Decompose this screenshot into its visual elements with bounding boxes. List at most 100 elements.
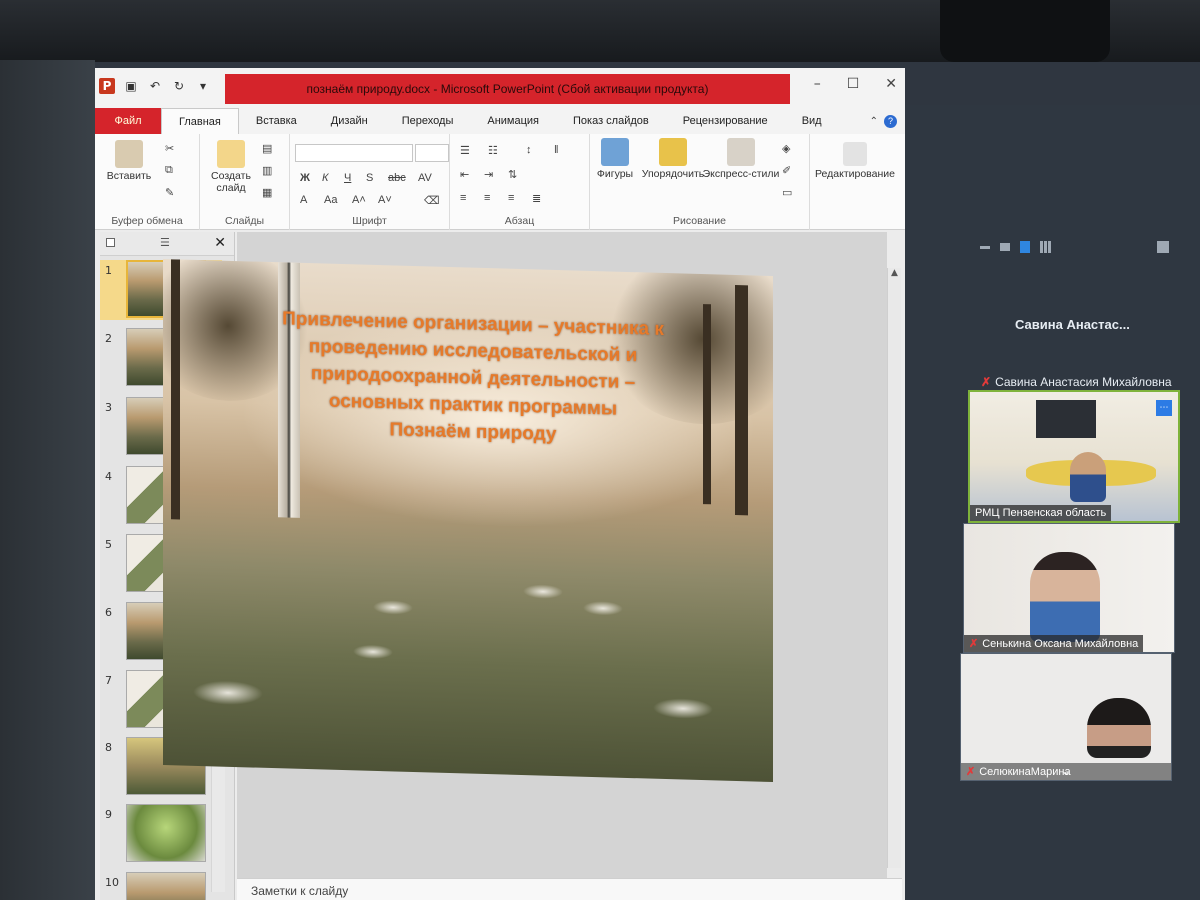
tv-screen [1036, 400, 1096, 438]
active-speaker-name: Савина Анастасия Михайловна [995, 375, 1172, 389]
help-icon[interactable]: ? [884, 114, 897, 128]
more-options-icon[interactable]: ⋯ [1156, 400, 1172, 416]
maximize-icon[interactable]: ☐ [847, 76, 860, 92]
font-name-input[interactable] [295, 144, 413, 162]
current-slide[interactable]: Привлечение организации – участника к пр… [163, 259, 773, 783]
minimize-icon[interactable]: – [814, 76, 821, 92]
slide-vertical-scrollbar[interactable]: ▲ [887, 268, 901, 868]
tab-design[interactable]: Дизайн [314, 108, 385, 134]
customize-qat-icon[interactable]: ▾ [195, 78, 211, 94]
numbering-icon[interactable]: ☷ [488, 144, 498, 157]
slide-thumbnail[interactable] [126, 804, 206, 862]
shrink-font-icon[interactable]: A˅ [378, 194, 392, 206]
layout-icon[interactable]: ▤ [262, 142, 272, 155]
minimize-panel-icon[interactable] [980, 245, 990, 249]
close-pane-icon[interactable]: ✕ [214, 235, 226, 251]
tab-slideshow[interactable]: Показ слайдов [556, 108, 666, 134]
align-left-icon[interactable]: ≡ [460, 192, 466, 204]
redo-icon[interactable]: ↻ [171, 78, 187, 94]
chevron-down-icon[interactable]: ⌄ [1061, 764, 1071, 778]
shapes-label: Фигуры [596, 168, 634, 180]
grass-flower [653, 697, 713, 720]
tab-review[interactable]: Рецензирование [666, 108, 785, 134]
slide-title[interactable]: Привлечение организации – участника к пр… [203, 304, 743, 454]
tab-insert[interactable]: Вставка [239, 108, 314, 134]
grow-font-icon[interactable]: A˄ [352, 194, 366, 206]
bullets-icon[interactable]: ☰ [460, 144, 470, 157]
grid-view-icon[interactable] [1040, 241, 1052, 253]
slide-thumbnail-row[interactable]: 10 [100, 872, 222, 900]
justify-icon[interactable]: ≣ [532, 192, 541, 205]
shapes-button[interactable]: Фигуры [590, 138, 640, 180]
font-size-input[interactable] [415, 144, 449, 162]
collapse-ribbon-icon[interactable]: ⌃ [870, 116, 878, 127]
grass-flower [193, 679, 263, 706]
clear-format-icon[interactable]: ⌫ [424, 194, 440, 207]
underline-icon[interactable]: Ч [344, 172, 351, 184]
ribbon: Вставить ✂ ⧉ ✎ Буфер обмена Создать слай… [95, 134, 905, 230]
change-case-icon[interactable]: Aa [324, 194, 337, 206]
text-direction-icon[interactable]: ⇅ [508, 168, 517, 181]
scroll-up-icon[interactable]: ▲ [888, 268, 901, 278]
align-right-icon[interactable]: ≡ [508, 192, 514, 204]
shape-effects-icon[interactable]: ▭ [782, 186, 792, 199]
italic-icon[interactable]: К [322, 172, 328, 184]
participant-video [1087, 698, 1151, 758]
shape-fill-icon[interactable]: ◈ [782, 142, 790, 155]
outline-tab-icon[interactable]: ☰ [160, 236, 170, 249]
shape-outline-icon[interactable]: ✐ [782, 164, 791, 177]
shadow-icon[interactable]: S [366, 172, 373, 184]
tab-transitions[interactable]: Переходы [385, 108, 471, 134]
slide-number: 4 [105, 470, 112, 483]
new-slide-button[interactable]: Создать слайд [206, 140, 256, 194]
new-slide-icon [217, 140, 245, 168]
paste-button[interactable]: Вставить [105, 140, 153, 182]
quick-styles-button[interactable]: Экспресс-стили [702, 138, 780, 180]
grass-flower [523, 584, 563, 600]
increase-indent-icon[interactable]: ⇥ [484, 168, 493, 181]
strikethrough-icon[interactable]: abc [388, 172, 406, 184]
columns-icon[interactable]: ‖ [554, 144, 559, 156]
section-icon[interactable]: ▦ [262, 186, 272, 199]
grass-flower [373, 599, 413, 615]
bold-icon[interactable]: Ж [300, 172, 310, 184]
drawing-group-label: Рисование [673, 215, 726, 227]
tab-animations[interactable]: Анимация [470, 108, 556, 134]
notes-pane[interactable]: Заметки к слайду [237, 878, 902, 900]
host-name: Савина Анастас... [1015, 317, 1130, 332]
sidebar-view-icon[interactable] [1020, 241, 1030, 253]
arrange-button[interactable]: Упорядочить [640, 138, 706, 180]
save-icon[interactable]: ▣ [123, 78, 139, 94]
format-painter-icon[interactable]: ✎ [165, 186, 174, 199]
char-spacing-icon[interactable]: AV [418, 172, 432, 184]
decrease-indent-icon[interactable]: ⇤ [460, 168, 469, 181]
undo-icon[interactable]: ↶ [147, 78, 163, 94]
copy-icon[interactable]: ⧉ [165, 164, 173, 177]
line-spacing-icon[interactable]: ↕ [526, 144, 532, 156]
arrange-label: Упорядочить [641, 168, 705, 180]
tab-file[interactable]: Файл [95, 108, 161, 134]
paste-label: Вставить [106, 170, 152, 182]
video-tile[interactable]: ✗ Сенькина Оксана Михайловна [963, 523, 1175, 653]
video-tile[interactable]: ✗ СелюкинаМарина ⌄ [960, 653, 1172, 781]
grass-flower [353, 644, 393, 660]
tab-view[interactable]: Вид [785, 108, 839, 134]
powerpoint-logo-icon[interactable]: P [99, 78, 115, 94]
slide-number: 8 [105, 741, 112, 754]
slide-thumbnail-row[interactable]: 9 [100, 804, 222, 864]
slide-thumbnail[interactable] [126, 872, 206, 900]
close-icon[interactable]: ✕ [885, 76, 897, 92]
window-title: познаём природу.docx - Microsoft PowerPo… [225, 74, 790, 104]
align-center-icon[interactable]: ≡ [484, 192, 490, 204]
ribbon-tabs: Файл Главная Вставка Дизайн Переходы Ани… [95, 104, 905, 134]
speaker-view-icon[interactable] [1000, 243, 1010, 251]
editing-button[interactable]: Редактирование [814, 142, 896, 180]
reset-icon[interactable]: ▥ [262, 164, 272, 177]
font-color-icon[interactable]: A [300, 194, 307, 206]
cut-icon[interactable]: ✂ [165, 142, 174, 155]
popout-icon[interactable] [1157, 241, 1169, 253]
slides-tab-icon[interactable] [106, 238, 115, 247]
video-tile[interactable]: ⋯ РМЦ Пензенская область [968, 390, 1180, 523]
tab-home[interactable]: Главная [161, 108, 239, 134]
paste-icon [115, 140, 143, 168]
